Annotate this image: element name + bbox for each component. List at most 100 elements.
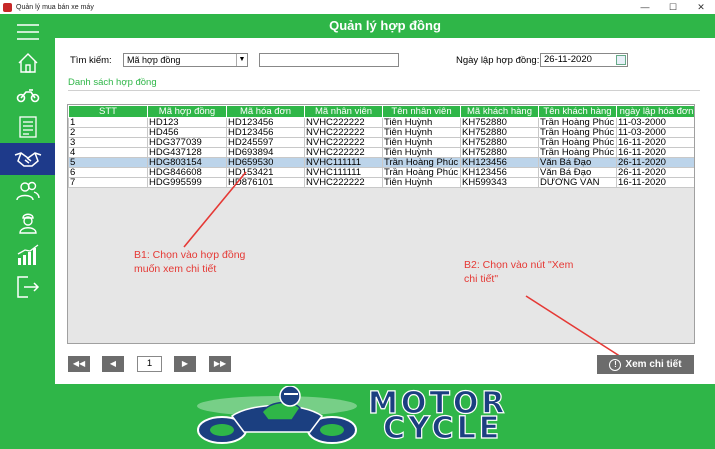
table-cell: KH599343 [460,177,539,188]
table-cell: 26-11-2020 [616,167,694,178]
table-cell: 26-11-2020 [616,157,694,168]
handshake-icon [14,152,41,167]
table-cell: 6 [68,167,148,178]
home-icon [18,53,37,73]
search-field-select[interactable]: Mã hợp đồng ▼ [123,53,248,67]
annotation-step1-line2: muốn xem chi tiết [134,263,217,275]
table-cell: Văn Bá Đạo [538,167,617,178]
column-header[interactable]: Mã nhân viên [304,105,383,118]
table-cell: HD153421 [226,167,305,178]
table-cell: HD123456 [226,117,305,128]
minimize-button[interactable]: — [631,0,659,14]
table-cell: KH752880 [460,137,539,148]
table-row[interactable]: 6 HDG846608 HD153421 NVHC111111 Trần Hoàng P… [68,167,694,178]
column-header[interactable]: Mã khách hàng [460,105,539,118]
column-header[interactable]: Tên nhân viên [382,105,461,118]
annotation-step2-line2: chi tiết" [464,273,499,285]
date-label: Ngày lập hợp đồng: [456,55,540,66]
table-cell: HDG846608 [147,167,227,178]
sidebar-item-motorbike[interactable] [0,79,55,111]
sidebar-item-document[interactable] [0,111,55,143]
sidebar-item-contracts[interactable] [0,143,55,175]
app-icon [3,2,12,12]
sidebar-item-home[interactable] [0,47,55,79]
annotation-step2: B2: Chọn vào nút "Xem chi tiết" [464,258,573,286]
table-cell: 16-11-2020 [616,137,694,148]
view-details-button[interactable]: ! Xem chi tiết [597,355,694,374]
chart-icon [17,244,38,265]
users-icon [15,181,40,201]
prev-page-button[interactable]: ◀ [102,356,124,372]
table-row[interactable]: 5 HDG803154 HD659530 NVHC111111 Trần Hoàng P… [68,157,694,168]
table-cell: KH752880 [460,117,539,128]
contracts-table[interactable]: STT Mã hợp đồng Mã hóa đơn Mã nhân viên … [67,104,695,344]
table-cell: HD659530 [226,157,305,168]
table-row[interactable]: 3 HDG377039 HD245597 NVHC222222 Tiên Huỳnh KH… [68,137,694,148]
annotation-step2-line1: B2: Chọn vào nút "Xem [464,259,574,271]
column-header[interactable]: Tên khách hàng [538,105,617,118]
logout-icon [16,276,39,298]
window-controls: — ☐ ✕ [631,0,715,14]
table-cell: 4 [68,147,148,158]
table-cell: 1 [68,117,148,128]
table-cell: Văn Bá Đạo [538,157,617,168]
table-row[interactable]: 2 HD456 HD123456 NVHC222222 Tiên Huỳnh KH7528… [68,127,694,138]
column-header[interactable]: STT [68,105,148,118]
motorbike-icon [16,89,39,103]
search-label: Tìm kiếm: [70,55,112,66]
table-cell: Trần Hoàng Phúc [538,147,617,158]
table-cell: 16-11-2020 [616,177,694,188]
sidebar-item-logout[interactable] [0,271,55,303]
employee-icon [18,213,37,234]
column-header[interactable]: ngày lập hóa đơn [616,105,694,118]
table-cell: 16-11-2020 [616,147,694,158]
annotation-step1: B1: Chọn vào hợp đồng muốn xem chi tiết [134,248,245,276]
motorcycle-rider-logo [197,386,357,444]
last-page-button[interactable]: ▶▶ [209,356,231,372]
view-details-label: Xem chi tiết [625,359,682,370]
table-cell: NVHC222222 [304,177,383,188]
column-header[interactable]: Mã hợp đồng [147,105,227,118]
table-cell: HDG377039 [147,137,227,148]
date-picker[interactable]: 26-11-2020 [540,53,628,67]
table-cell: Trần Hoàng Phúc [538,117,617,128]
calendar-icon[interactable] [616,55,626,65]
table-cell: 11-03-2000 [616,127,694,138]
table-row[interactable]: 1 HD123 HD123456 NVHC222222 Tiên Huỳnh KH7528… [68,117,694,128]
table-row[interactable]: 7 HDG995599 HD876101 NVHC222222 Tiên Huỳnh KH… [68,177,694,188]
first-page-button[interactable]: ◀◀ [68,356,90,372]
table-cell: KH752880 [460,127,539,138]
table-cell: 11-03-2000 [616,117,694,128]
annotation-step1-line1: B1: Chọn vào hợp đồng [134,249,246,261]
table-cell: Tiên Huỳnh [382,117,461,128]
sidebar-item-statistics[interactable] [0,239,55,271]
table-cell: HD876101 [226,177,305,188]
date-value: 26-11-2020 [544,54,592,65]
sidebar-item-customers[interactable] [0,175,55,207]
close-button[interactable]: ✕ [687,0,715,14]
table-cell: Trần Hoàng Phúc [382,167,461,178]
contract-list-title: Danh sách hợp đồng [68,77,157,88]
search-input[interactable] [259,53,399,67]
chevron-down-icon[interactable]: ▼ [236,54,247,66]
table-cell: HDG803154 [147,157,227,168]
maximize-button[interactable]: ☐ [659,0,687,14]
column-header[interactable]: Mã hóa đơn [226,105,305,118]
table-cell: 7 [68,177,148,188]
table-row[interactable]: 4 HDG437128 HD693894 NVHC222222 Tiên Huỳnh KH… [68,147,694,158]
table-cell: Trần Hoàng Phúc [538,127,617,138]
sidebar-item-employees[interactable] [0,207,55,239]
window-title: Quản lý mua bán xe máy [16,3,94,11]
sidebar-menu-toggle[interactable] [0,16,55,48]
search-field-value: Mã hợp đồng [127,55,181,65]
next-page-button[interactable]: ▶ [174,356,196,372]
table-cell: KH752880 [460,147,539,158]
page-title: Quản lý hợp đồng [55,14,715,38]
table-cell: HD456 [147,127,227,138]
page-number-input[interactable]: 1 [137,356,162,372]
logo-text-cycle: CYCLE [382,411,503,446]
table-cell: NVHC111111 [304,167,383,178]
table-cell: HD245597 [226,137,305,148]
table-cell: Tiên Huỳnh [382,127,461,138]
table-cell: HDG437128 [147,147,227,158]
